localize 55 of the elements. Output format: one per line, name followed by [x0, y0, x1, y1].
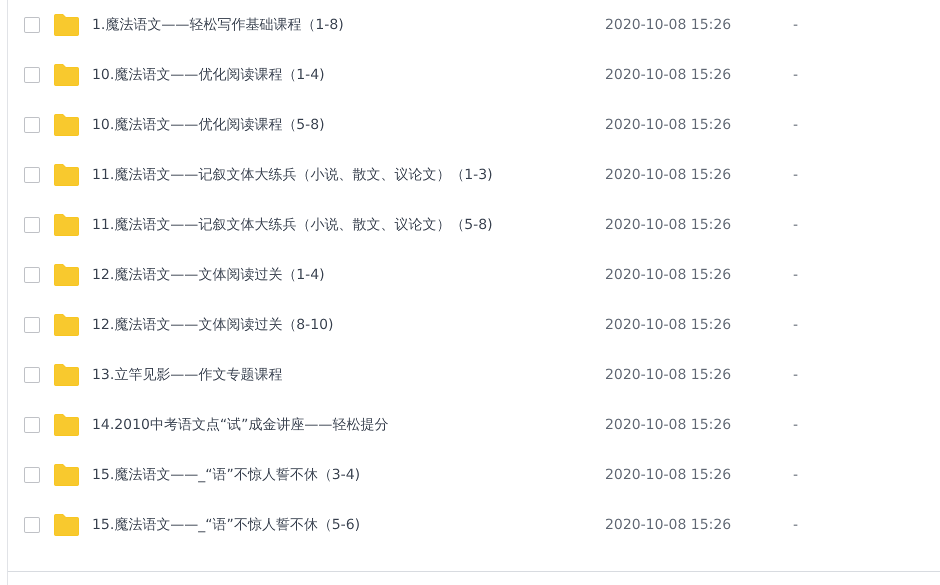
folder-icon [54, 464, 79, 486]
file-name[interactable]: 14.2010中考语文点“试”成金讲座——轻松提分 [92, 416, 605, 434]
folder-icon [54, 14, 79, 36]
file-name[interactable]: 12.魔法语文——文体阅读过关（8-10) [92, 316, 605, 334]
file-size: - [793, 217, 798, 233]
checkbox[interactable] [24, 267, 40, 283]
modified-date: 2020-10-08 15:26 [605, 67, 732, 83]
file-size: - [793, 417, 798, 433]
modified-date: 2020-10-08 15:26 [605, 417, 732, 433]
modified-date: 2020-10-08 15:26 [605, 317, 732, 333]
checkbox[interactable] [24, 417, 40, 433]
checkbox[interactable] [24, 367, 40, 383]
file-size: - [793, 467, 798, 483]
file-name[interactable]: 11.魔法语文——记叙文体大练兵（小说、散文、议论文）（5-8) [92, 216, 605, 234]
file-size: - [793, 117, 798, 133]
file-name[interactable]: 10.魔法语文——优化阅读课程（5-8) [92, 116, 605, 134]
file-name[interactable]: 11.魔法语文——记叙文体大练兵（小说、散文、议论文）（1-3) [92, 166, 605, 184]
checkbox[interactable] [24, 517, 40, 533]
file-size: - [793, 17, 798, 33]
file-name[interactable]: 1.魔法语文——轻松写作基础课程（1-8) [92, 16, 605, 34]
modified-date: 2020-10-08 15:26 [605, 517, 732, 533]
modified-date: 2020-10-08 15:26 [605, 217, 732, 233]
file-name[interactable]: 12.魔法语文——文体阅读过关（1-4) [92, 266, 605, 284]
file-size: - [793, 517, 798, 533]
checkbox[interactable] [24, 17, 40, 33]
file-name[interactable]: 10.魔法语文——优化阅读课程（1-4) [92, 66, 605, 84]
checkbox[interactable] [24, 467, 40, 483]
folder-icon [54, 514, 79, 536]
checkbox[interactable] [24, 117, 40, 133]
checkbox[interactable] [24, 217, 40, 233]
file-name[interactable]: 15.魔法语文——_“语”不惊人誓不休（5-6) [92, 516, 605, 534]
checkbox[interactable] [24, 67, 40, 83]
modified-date: 2020-10-08 15:26 [605, 17, 732, 33]
folder-icon [54, 314, 79, 336]
folder-icon [54, 114, 79, 136]
checkbox[interactable] [24, 317, 40, 333]
folder-icon [54, 414, 79, 436]
file-name[interactable]: 13.立竿见影——作文专题课程 [92, 366, 605, 384]
folder-icon [54, 64, 79, 86]
modified-date: 2020-10-08 15:26 [605, 167, 732, 183]
checkbox[interactable] [24, 167, 40, 183]
folder-icon [54, 164, 79, 186]
modified-date: 2020-10-08 15:26 [605, 267, 732, 283]
folder-icon [54, 214, 79, 236]
modified-date: 2020-10-08 15:26 [605, 367, 732, 383]
modified-date: 2020-10-08 15:26 [605, 467, 732, 483]
file-size: - [793, 167, 798, 183]
file-size: - [793, 367, 798, 383]
folder-icon [54, 364, 79, 386]
file-name[interactable]: 15.魔法语文——_“语”不惊人誓不休（3-4) [92, 466, 605, 484]
file-size: - [793, 267, 798, 283]
modified-date: 2020-10-08 15:26 [605, 117, 732, 133]
file-size: - [793, 317, 798, 333]
file-size: - [793, 67, 798, 83]
folder-icon [54, 264, 79, 286]
